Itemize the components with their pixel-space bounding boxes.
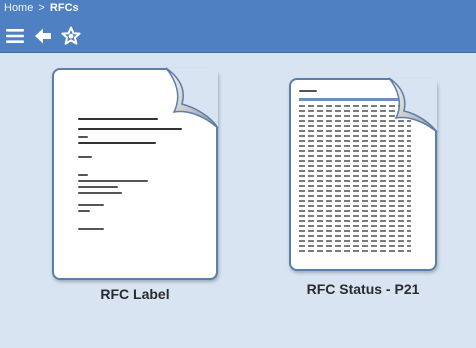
breadcrumb-current: RFCs [49,2,79,14]
breadcrumb: Home > RFCs [4,1,79,15]
tile-rfc-status-p21[interactable]: RFC Status - P21 [258,77,468,297]
breadcrumb-home-link[interactable]: Home [4,2,33,14]
page-curl-icon [388,77,438,133]
document-icon [289,77,438,271]
tile-label: RFC Status - P21 [306,281,420,297]
favorite-button[interactable] [60,25,82,47]
back-button[interactable] [32,25,54,47]
header-bar: Home > RFCs [0,0,476,53]
tile-rfc-label[interactable]: RFC Label [30,67,240,302]
menu-button[interactable] [4,25,26,47]
star-favorite-icon [61,26,81,45]
back-arrow-icon [35,28,51,44]
page-curl-icon [165,67,219,129]
document-icon [52,67,219,280]
breadcrumb-separator: > [38,2,45,14]
tile-label: RFC Label [100,286,170,302]
hamburger-menu-icon [6,29,24,43]
toolbar [4,24,88,48]
